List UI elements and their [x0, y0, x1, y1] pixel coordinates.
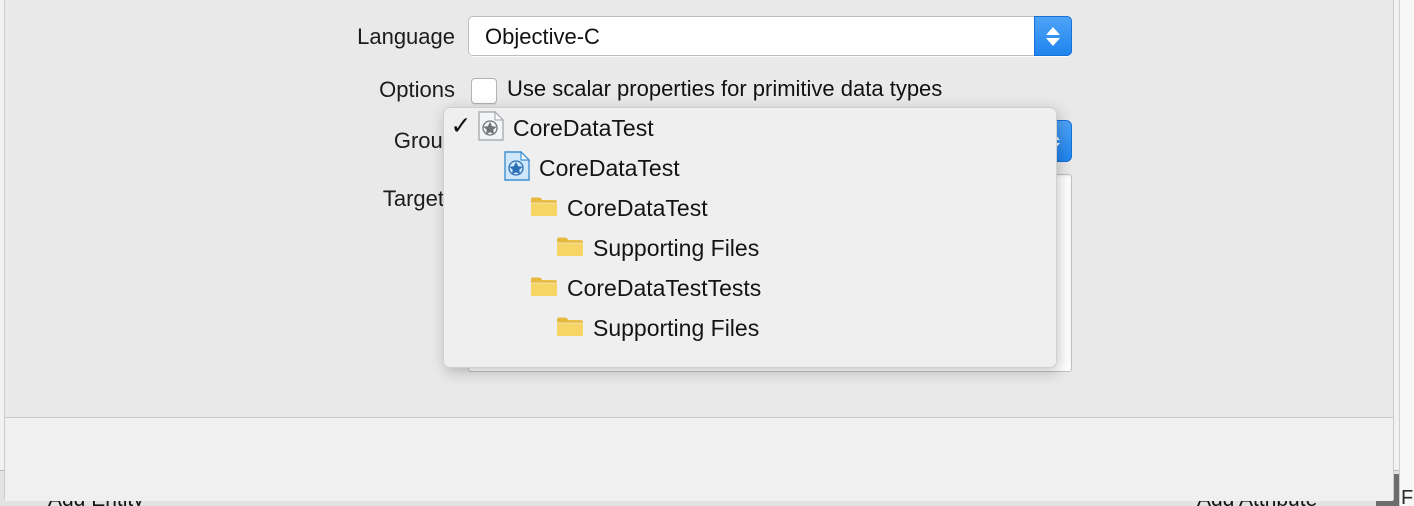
menu-item-coredatatest[interactable]: CoreDataTest	[444, 188, 1056, 228]
menu-item-label: Supporting Files	[593, 314, 760, 341]
language-combobox[interactable]: Objective-C	[468, 16, 1072, 56]
app-document-gray-icon	[478, 110, 505, 146]
menu-item-coredatatest[interactable]: ✓ CoreDataTest	[444, 108, 1056, 148]
menu-item-label: CoreDataTest	[513, 114, 654, 141]
sheet-footer: New Folder Cancel Create	[5, 417, 1393, 501]
language-stepper[interactable]	[1034, 16, 1072, 56]
language-value: Objective-C	[485, 24, 600, 49]
checkmark-icon: ✓	[450, 112, 472, 140]
targets-label: Targets	[382, 186, 455, 211]
menu-check-spacer	[444, 167, 478, 170]
menu-check-spacer	[444, 287, 478, 290]
folder-icon	[556, 315, 584, 342]
menu-check-spacer	[444, 247, 478, 250]
sheet-body: Language Objective-C Options Use scalar …	[5, 0, 1393, 417]
background-right-panel	[1400, 0, 1414, 506]
group-label: Group	[393, 128, 455, 153]
language-label: Language	[357, 24, 455, 49]
menu-item-label: CoreDataTest	[539, 154, 680, 181]
app-document-blue-icon	[504, 150, 531, 186]
menu-item-label: CoreDataTestTests	[567, 274, 762, 301]
folder-icon	[556, 235, 584, 262]
chevron-up-icon	[1046, 26, 1060, 35]
folder-icon	[530, 195, 558, 222]
menu-item-supporting-files[interactable]: Supporting Files	[444, 228, 1056, 268]
chevron-down-icon	[1046, 37, 1060, 46]
menu-item-supporting-files[interactable]: Supporting Files	[444, 308, 1056, 348]
menu-item-coredatatest[interactable]: CoreDataTest	[444, 148, 1056, 188]
save-sheet-dialog: Language Objective-C Options Use scalar …	[4, 0, 1394, 501]
folder-icon	[530, 275, 558, 302]
menu-check-spacer	[444, 327, 478, 330]
options-label: Options	[379, 77, 455, 102]
group-dropdown-menu[interactable]: ✓ CoreDataTest CoreDataTest CoreDataTest Sup…	[443, 107, 1057, 368]
menu-check-spacer	[444, 207, 478, 210]
background-right-label: F	[1401, 487, 1414, 506]
menu-item-label: CoreDataTest	[567, 194, 708, 221]
scalar-properties-label[interactable]: Use scalar properties for primitive data…	[507, 76, 942, 102]
scalar-properties-checkbox[interactable]	[471, 78, 497, 104]
screen-root: Add Entity Add Attribute F Language Obje…	[0, 0, 1414, 506]
menu-item-coredatatesttests[interactable]: CoreDataTestTests	[444, 268, 1056, 308]
menu-item-label: Supporting Files	[593, 234, 760, 261]
